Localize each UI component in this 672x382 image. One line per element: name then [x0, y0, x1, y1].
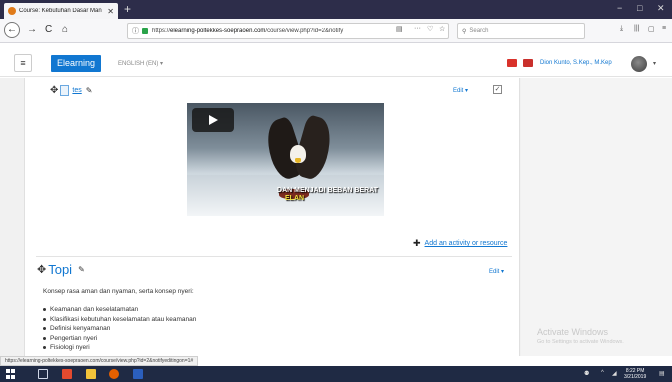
edit-resource-menu[interactable]: Edit ▾: [453, 87, 468, 94]
browser-tab-course[interactable]: Course: Kebutuhan Dasar Man ✕: [4, 3, 118, 19]
task-view-icon[interactable]: [38, 369, 48, 379]
bullet-icon: [43, 308, 46, 312]
embedded-video[interactable]: DAN MENJADI BEBAN BERAT ELAN: [187, 103, 384, 216]
word-icon[interactable]: [133, 369, 143, 379]
back-button[interactable]: ←: [4, 22, 20, 38]
topic-list: Keamanan dan keselatamatan Klasifikasi k…: [43, 305, 196, 353]
pocket-icon[interactable]: ♡: [427, 25, 433, 33]
notification-icon[interactable]: [507, 59, 517, 67]
plus-icon: ✚: [413, 238, 421, 248]
page-actions-icon[interactable]: ···: [414, 25, 421, 32]
list-item: Definisi kenyamanan: [43, 324, 196, 334]
forward-button[interactable]: →: [27, 24, 37, 35]
section-header-topi: ✥ Topi ✎: [37, 262, 85, 277]
add-activity-button[interactable]: ✚ Add an activity or resource: [413, 238, 507, 249]
edit-section-pencil-icon[interactable]: ✎: [78, 265, 85, 274]
volume-icon[interactable]: ◢: [612, 370, 617, 377]
resource-link-tes[interactable]: tes: [72, 87, 81, 94]
site-header: ≡ Elearning ENGLISH (EN) ▾ Dion Kunto, S…: [0, 51, 672, 77]
tab-title: Course: Kebutuhan Dasar Man: [19, 8, 102, 14]
add-activity-label[interactable]: Add an activity or resource: [425, 240, 508, 247]
lock-icon: [142, 28, 148, 34]
firefox-icon[interactable]: [109, 369, 119, 379]
search-icon: ⚲: [462, 28, 467, 35]
video-caption-line1: DAN MENJADI BEBAN BERAT: [277, 187, 378, 194]
file-icon: [60, 85, 70, 96]
bullet-icon: [43, 336, 46, 340]
browser-tab-strip: Course: Kebutuhan Dasar Man ✕ + − □ ✕: [0, 0, 672, 19]
move-icon[interactable]: ✥: [50, 85, 58, 96]
tray-chevron-icon[interactable]: ^: [601, 370, 604, 376]
user-name[interactable]: Dion Kunto, S.Kep., M.Kep: [540, 60, 612, 66]
moodle-favicon-icon: [8, 7, 16, 15]
action-center-icon[interactable]: ▤: [659, 370, 665, 377]
play-icon[interactable]: [192, 108, 234, 132]
avatar[interactable]: [631, 56, 647, 72]
messages-icon[interactable]: [523, 59, 533, 67]
section-summary: Konsep rasa aman dan nyaman, serta konse…: [43, 288, 194, 295]
library-icon[interactable]: |||: [634, 25, 639, 32]
windows-start-icon[interactable]: [6, 369, 16, 379]
bullet-icon: [43, 317, 46, 321]
store-icon[interactable]: [62, 369, 72, 379]
video-eagle-beak: [295, 158, 301, 163]
list-item: Klasifikasi kebutuhan keselamatan atau k…: [43, 315, 196, 325]
taskbar-clock[interactable]: 8:22 PM 3/21/2019: [624, 368, 646, 380]
user-menu-caret-icon[interactable]: ▾: [653, 60, 656, 67]
maximize-icon[interactable]: □: [637, 3, 642, 13]
sidebar-icon[interactable]: ▢: [648, 25, 655, 33]
people-icon[interactable]: ⚉: [584, 370, 589, 377]
browser-toolbar: ← → C ⌂ ⓘ https://elearning-poltekkes-so…: [0, 19, 672, 43]
downloads-icon[interactable]: ⤓: [620, 25, 623, 33]
os-taskbar: ⚉ ^ ◢ 8:22 PM 3/21/2019 ▤: [0, 366, 672, 382]
edit-title-pencil-icon[interactable]: ✎: [86, 86, 93, 95]
hamburger-menu-icon[interactable]: ≡: [662, 25, 666, 32]
site-info-icon[interactable]: ⓘ: [132, 26, 139, 36]
new-tab-button[interactable]: +: [124, 2, 131, 16]
bullet-icon: [43, 327, 46, 331]
language-menu[interactable]: ENGLISH (EN) ▾: [118, 60, 163, 67]
section-divider: [36, 256, 512, 257]
blocks-column: [521, 78, 672, 356]
close-tab-icon[interactable]: ✕: [107, 7, 114, 16]
home-button[interactable]: ⌂: [62, 24, 68, 35]
list-item: Fisiologi nyeri: [43, 343, 196, 353]
resource-row-tes: ✥ tes ✎: [50, 85, 92, 96]
activate-windows-watermark: Activate Windows Go to Settings to activ…: [537, 327, 624, 345]
minimize-icon[interactable]: −: [617, 3, 622, 13]
list-item: Keamanan dan keselatamatan: [43, 305, 196, 315]
completion-checkbox[interactable]: ✓: [493, 85, 502, 94]
nav-drawer-toggle-icon[interactable]: ≡: [14, 54, 32, 72]
file-explorer-icon[interactable]: [86, 369, 96, 379]
reload-button[interactable]: C: [45, 24, 52, 35]
reader-view-icon[interactable]: ▤: [396, 25, 403, 33]
list-item: Pengertian nyeri: [43, 334, 196, 344]
site-brand[interactable]: Elearning: [51, 55, 102, 72]
close-window-icon[interactable]: ✕: [657, 3, 665, 14]
section-title[interactable]: Topi: [48, 262, 72, 277]
status-bar-url: https://elearning-poltekkes-soepraoen.co…: [0, 356, 199, 366]
bookmark-star-icon[interactable]: ☆: [439, 25, 445, 33]
edit-section-menu[interactable]: Edit ▾: [489, 268, 504, 275]
search-input[interactable]: ⚲ Search: [457, 23, 585, 39]
move-section-icon[interactable]: ✥: [37, 263, 46, 276]
video-caption-line2: ELAN: [285, 195, 305, 202]
bullet-icon: [43, 346, 46, 350]
